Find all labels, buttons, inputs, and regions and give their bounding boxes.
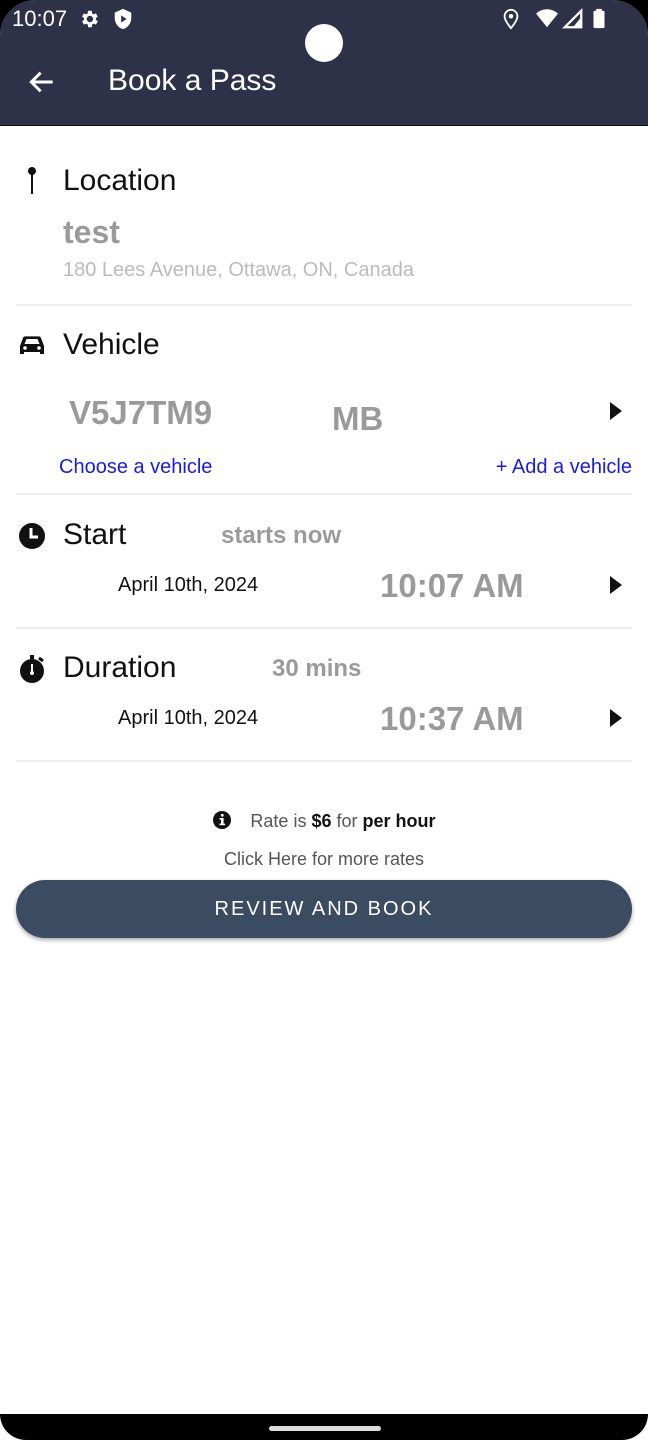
divider — [16, 304, 632, 306]
shield-play-icon — [114, 8, 132, 30]
arrow-left-icon[interactable] — [26, 64, 58, 100]
camera-cutout — [305, 24, 343, 62]
car-icon — [20, 336, 44, 354]
end-time[interactable]: 10:37 AM — [380, 700, 524, 738]
duration-value: 30 mins — [272, 655, 362, 682]
signal-icon — [562, 8, 583, 29]
end-date[interactable]: April 10th, 2024 — [118, 707, 258, 730]
divider — [16, 493, 632, 495]
start-time[interactable]: 10:07 AM — [380, 567, 524, 605]
rate-prefix: Rate is — [250, 811, 307, 831]
rate-info: Rate is $6 for per hour — [0, 810, 648, 832]
divider — [16, 760, 632, 762]
more-rates-link[interactable]: Click Here for more rates — [0, 849, 648, 870]
caret-right-icon[interactable] — [608, 574, 624, 596]
stopwatch-icon — [20, 655, 44, 683]
location-icon — [503, 8, 519, 30]
clock-icon — [19, 523, 45, 549]
caret-right-icon[interactable] — [608, 707, 624, 729]
duration-label: Duration — [63, 651, 177, 684]
rate-middle: for — [336, 811, 358, 831]
gear-icon — [82, 10, 98, 28]
start-label: Start — [63, 518, 127, 551]
pin-icon — [28, 167, 36, 194]
app-bar: 10:07 Book a Pass — [0, 0, 648, 126]
page-title: Book a Pass — [108, 64, 277, 97]
location-name: test — [63, 214, 120, 250]
vehicle-plate: V5J7TM9 — [69, 394, 213, 431]
add-vehicle-link[interactable]: + Add a vehicle — [496, 456, 632, 479]
home-gesture-handle[interactable] — [269, 1426, 381, 1431]
divider — [16, 627, 632, 629]
review-and-book-button[interactable]: REVIEW AND BOOK — [16, 880, 632, 938]
location-label: Location — [63, 164, 177, 197]
battery-icon — [593, 8, 605, 29]
start-date[interactable]: April 10th, 2024 — [118, 574, 258, 597]
vehicle-label: Vehicle — [63, 328, 160, 361]
choose-vehicle-link[interactable]: Choose a vehicle — [59, 456, 212, 479]
location-address: 180 Lees Avenue, Ottawa, ON, Canada — [63, 259, 414, 281]
rate-amount: $6 — [311, 811, 332, 831]
rate-unit: per hour — [362, 811, 436, 831]
info-icon — [213, 811, 232, 829]
screen: 10:07 Book a Pass Location test 180 Lees… — [0, 0, 648, 1440]
start-note: starts now — [221, 522, 342, 549]
vehicle-province: MB — [332, 400, 384, 437]
caret-right-icon[interactable] — [608, 400, 624, 422]
status-time: 10:07 — [12, 6, 68, 31]
wifi-icon — [536, 9, 558, 28]
